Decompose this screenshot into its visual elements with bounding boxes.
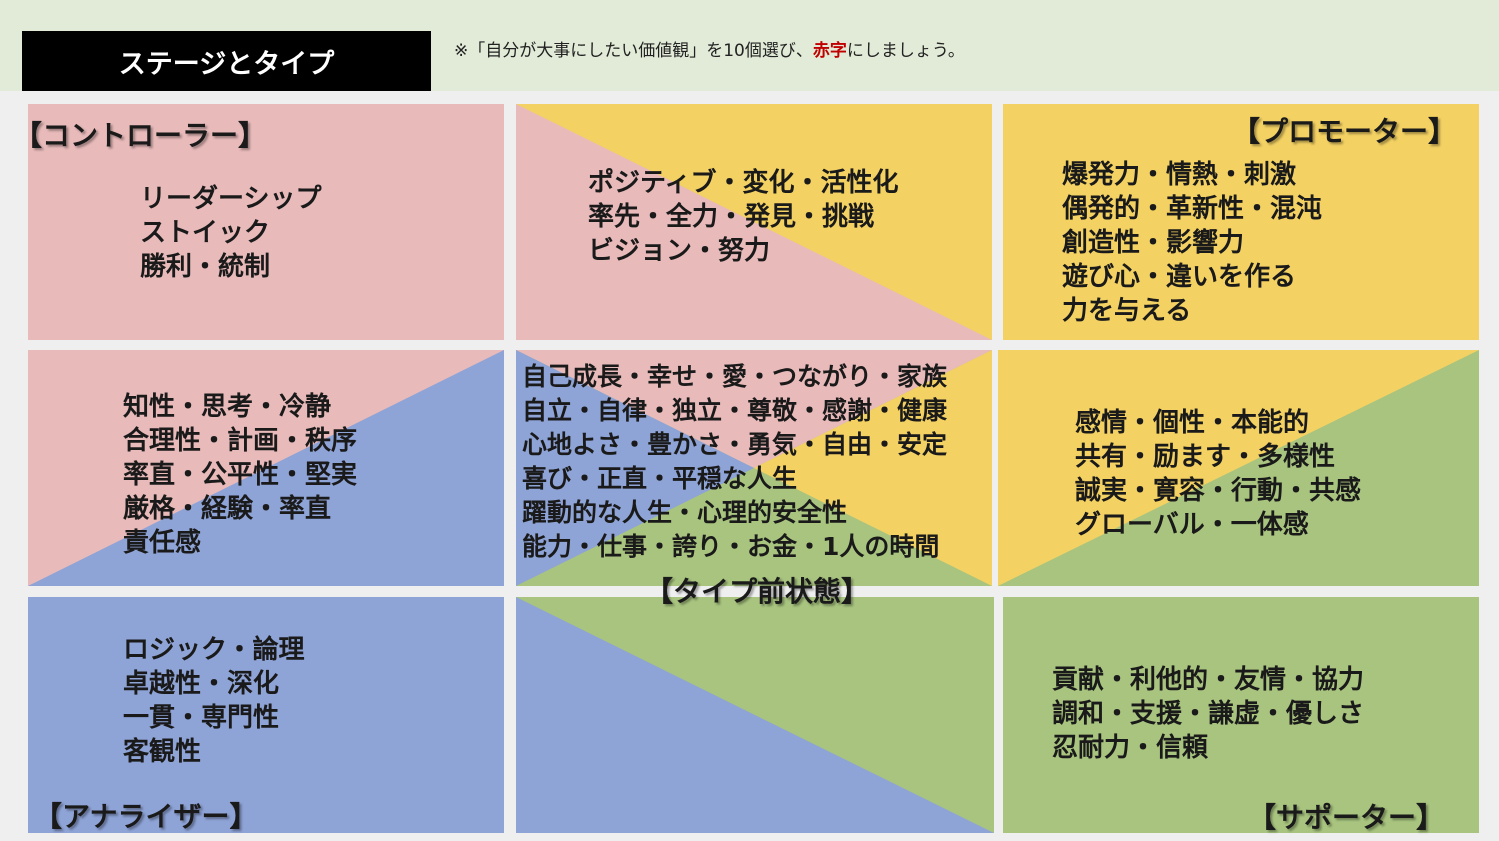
value-line: 感情・個性・本能的: [1075, 408, 1310, 438]
value-line: グローバル・一体感: [1075, 510, 1309, 540]
value-line: ポジティブ・変化・活性化: [588, 168, 899, 198]
label-supporter: 【サポーター】: [1248, 801, 1445, 834]
label-analyzer: 【アナライザー】: [34, 800, 258, 833]
instruction-prefix: ※「自分が大事にしたい価値観」を10個選び、: [454, 41, 813, 61]
controller-analyzer-values: 知性・思考・冷静 合理性・計画・秩序 率直・公平性・堅実 厳格・経験・率直 責任…: [123, 390, 357, 560]
value-line: 喜び・正直・平穏な人生: [522, 464, 798, 493]
label-promoter: 【プロモーター】: [1232, 115, 1457, 148]
instruction-suffix: にしましょう。: [846, 41, 965, 61]
value-line: 合理性・計画・秩序: [123, 426, 358, 456]
value-line: 知性・思考・冷静: [123, 392, 332, 422]
label-center: 【タイプ前状態】: [645, 575, 870, 608]
center-values: 自己成長・幸せ・愛・つながり・家族 自立・自律・独立・尊敬・感謝・健康 心地よさ…: [522, 360, 947, 564]
value-line: 一貫・専門性: [123, 703, 280, 733]
value-line: 客観性: [123, 737, 202, 767]
value-line: 能力・仕事・誇り・お金・1人の時間: [522, 532, 940, 561]
value-line: 誠実・寛容・行動・共感: [1075, 476, 1362, 506]
cell-controller-promoter: ポジティブ・変化・活性化 率先・全力・発見・挑戦 ビジョン・努力: [516, 104, 992, 340]
value-line: 率先・全力・発見・挑戦: [588, 202, 875, 232]
value-line: ストイック: [140, 218, 271, 248]
controller-promoter-values: ポジティブ・変化・活性化 率先・全力・発見・挑戦 ビジョン・努力: [588, 166, 898, 268]
value-line: 共有・励ます・多様性: [1075, 442, 1336, 472]
instruction-text: ※「自分が大事にしたい価値観」を10個選び、赤字にしましょう。: [454, 36, 965, 61]
label-controller: 【コントローラー】: [14, 119, 267, 152]
value-line: 貢献・利他的・友情・協力: [1052, 665, 1365, 695]
value-line: 自己成長・幸せ・愛・つながり・家族: [522, 362, 948, 391]
cell-promoter-supporter: 感情・個性・本能的 共有・励ます・多様性 誠実・寛容・行動・共感 グローバル・一…: [998, 350, 1479, 586]
value-line: 卓越性・深化: [123, 669, 280, 699]
value-line: 力を与える: [1062, 296, 1192, 326]
value-line: 創造性・影響力: [1062, 228, 1245, 258]
controller-values: リーダーシップ ストイック 勝利・統制: [140, 182, 321, 284]
value-line: ロジック・論理: [123, 635, 305, 665]
value-line: ビジョン・努力: [588, 236, 771, 266]
instruction-red-word: 赤字: [812, 41, 847, 61]
value-line: 調和・支援・謙虚・優しさ: [1052, 699, 1365, 729]
promoter-supporter-values: 感情・個性・本能的 共有・励ます・多様性 誠実・寛容・行動・共感 グローバル・一…: [1075, 406, 1361, 542]
value-line: 率直・公平性・堅実: [123, 460, 358, 490]
value-line: 躍動的な人生・心理的安全性: [522, 498, 848, 527]
value-line: 責任感: [123, 528, 202, 558]
value-line: 偶発的・革新性・混沌: [1062, 194, 1323, 224]
diagonal-split-shape: [516, 597, 994, 833]
analyzer-values: ロジック・論理 卓越性・深化 一貫・専門性 客観性: [123, 633, 304, 769]
supporter-values: 貢献・利他的・友情・協力 調和・支援・謙虚・優しさ 忍耐力・信頼: [1052, 663, 1364, 765]
value-line: 忍耐力・信頼: [1052, 733, 1209, 763]
value-line: 厳格・経験・率直: [123, 494, 332, 524]
value-line: 爆発力・情熱・刺激: [1062, 160, 1297, 190]
value-line: リーダーシップ: [140, 184, 322, 214]
value-line: 遊び心・違いを作る: [1062, 262, 1297, 292]
promoter-values: 爆発力・情熱・刺激 偶発的・革新性・混沌 創造性・影響力 遊び心・違いを作る 力…: [1062, 158, 1322, 328]
cell-analyzer-supporter: [516, 597, 994, 833]
value-line: 自立・自律・独立・尊敬・感謝・健康: [522, 396, 948, 425]
value-line: 勝利・統制: [140, 252, 271, 282]
page-title: ステージとタイプ: [22, 31, 431, 91]
cell-controller-analyzer: 知性・思考・冷静 合理性・計画・秩序 率直・公平性・堅実 厳格・経験・率直 責任…: [28, 350, 504, 586]
value-line: 心地よさ・豊かさ・勇気・自由・安定: [522, 430, 948, 459]
